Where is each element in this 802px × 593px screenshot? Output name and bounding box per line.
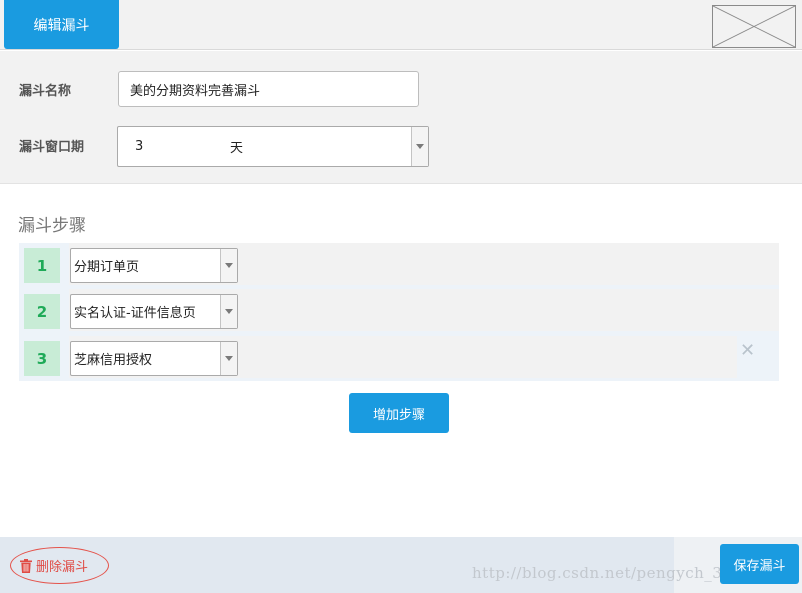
delete-funnel-button[interactable]: 删除漏斗	[20, 556, 88, 575]
funnel-editor: 编辑漏斗 漏斗名称 漏斗窗口期 3 天 漏斗步骤 1 分期订单页	[0, 0, 802, 593]
funnel-name-input[interactable]	[118, 71, 419, 107]
footer-bar: 删除漏斗 http://blog.csdn.net/pengych_321 保存…	[0, 537, 802, 593]
add-step-button[interactable]: 增加步骤	[349, 393, 449, 433]
step-page-value: 实名认证-证件信息页	[74, 306, 196, 321]
close-icon[interactable]	[712, 5, 796, 48]
funnel-settings-form: 漏斗名称 漏斗窗口期 3 天	[0, 51, 802, 184]
step-row: 3 芝麻信用授权 ✕	[19, 336, 779, 378]
funnel-window-label: 漏斗窗口期	[19, 140, 85, 155]
funnel-steps-list: 1 分期订单页 2 实名认证-证件信息页 3 芝麻信用授权 ✕	[19, 243, 779, 381]
delete-funnel-label: 删除漏斗	[36, 560, 89, 575]
chevron-down-icon[interactable]	[411, 127, 428, 166]
chevron-down-icon[interactable]	[220, 295, 237, 328]
step-row: 2 实名认证-证件信息页	[19, 289, 779, 331]
funnel-window-select[interactable]: 3 天	[117, 126, 429, 167]
step-page-select[interactable]: 实名认证-证件信息页	[70, 294, 238, 329]
header-bar: 编辑漏斗	[0, 0, 802, 50]
step-number: 2	[24, 294, 60, 329]
steps-title: 漏斗步骤	[18, 216, 86, 236]
step-number: 1	[24, 248, 60, 283]
step-row: 1 分期订单页	[19, 243, 779, 285]
step-page-value: 芝麻信用授权	[74, 353, 153, 368]
step-page-select[interactable]: 芝麻信用授权	[70, 341, 238, 376]
window-value: 3	[135, 139, 144, 154]
step-page-value: 分期订单页	[74, 260, 140, 275]
funnel-name-label: 漏斗名称	[19, 84, 72, 99]
chevron-down-icon[interactable]	[220, 342, 237, 375]
remove-step-icon[interactable]: ✕	[740, 342, 755, 360]
tab-edit-funnel[interactable]: 编辑漏斗	[4, 0, 119, 49]
step-number: 3	[24, 341, 60, 376]
step-page-select[interactable]: 分期订单页	[70, 248, 238, 283]
window-unit: 天	[230, 141, 244, 156]
trash-icon	[20, 558, 32, 573]
save-funnel-button[interactable]: 保存漏斗	[720, 544, 799, 584]
chevron-down-icon[interactable]	[220, 249, 237, 282]
